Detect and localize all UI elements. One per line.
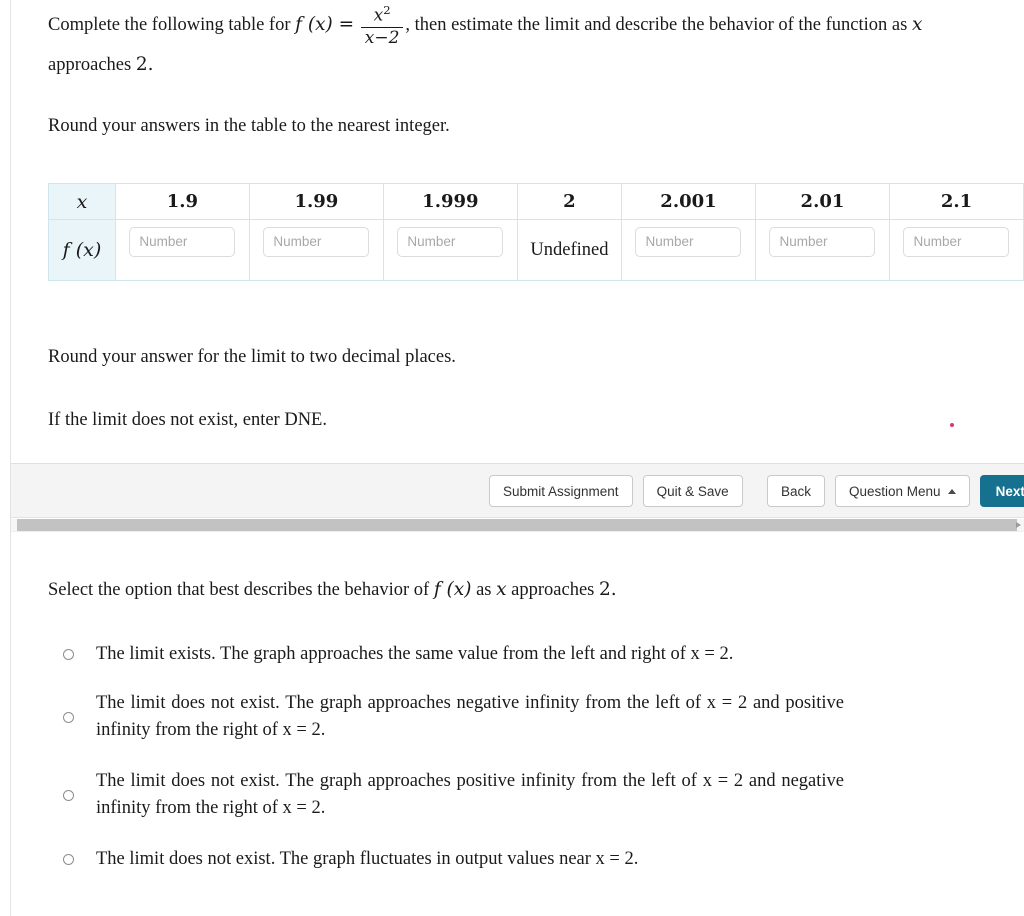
fx-cell-4: [621, 219, 756, 281]
prompt-limit-point: 2.: [135, 53, 154, 75]
x-value-6: 2.1: [940, 191, 973, 212]
select-prompt-fx: f (x): [433, 579, 472, 600]
back-button[interactable]: Back: [767, 475, 826, 507]
x-value-0: 1.9: [166, 191, 199, 212]
round-table-note: Round your answers in the table to the n…: [48, 116, 450, 136]
x-cell: 1.9: [114, 183, 250, 220]
x-cell: 2.01: [754, 183, 890, 220]
fx-input-0[interactable]: [129, 226, 236, 257]
round-limit-note: Round your answer for the limit to two d…: [48, 347, 456, 367]
prompt-variable: x: [911, 13, 923, 35]
caret-up-icon: [947, 488, 956, 494]
x-cell: 2: [516, 183, 623, 220]
question-content-pane: Complete the following table for f (x) =…: [11, 0, 1024, 462]
select-prompt-variable: x: [496, 579, 507, 600]
x-value-2: 1.999: [422, 191, 479, 212]
option-list: The limit exists. The graph approaches t…: [63, 641, 893, 891]
select-prompt-text: Select the option that best describes th…: [48, 580, 430, 600]
function-label: f (x) =: [295, 13, 355, 35]
option-label: The limit does not exist. The graph fluc…: [96, 849, 639, 869]
quit-and-save-button[interactable]: Quit & Save: [642, 475, 743, 507]
radio-icon[interactable]: [63, 711, 74, 723]
function-fraction: x2 x−2: [360, 3, 404, 48]
multiple-choice-pane: Select the option that best describes th…: [11, 533, 1024, 916]
fraction-denominator: x−2: [360, 26, 404, 48]
prompt-intro-text: Complete the following table for: [48, 14, 291, 35]
select-prompt-as: as: [476, 580, 492, 600]
select-prompt-tail: approaches: [511, 580, 595, 600]
radio-icon[interactable]: [63, 789, 74, 801]
radio-icon[interactable]: [63, 649, 74, 660]
x-cell: 2.1: [888, 183, 1024, 220]
question-prompt: Complete the following table for f (x) =…: [48, 4, 988, 82]
numerator-exponent: 2: [383, 3, 391, 17]
next-button[interactable]: Next: [979, 475, 1024, 507]
submit-assignment-button[interactable]: Submit Assignment: [489, 475, 633, 507]
fx-input-4[interactable]: [635, 226, 742, 257]
fx-cell-3: Undefined: [516, 219, 623, 281]
select-prompt-point: 2.: [599, 579, 617, 600]
fx-input-5[interactable]: [769, 226, 876, 257]
assignment-toolbar: Submit Assignment Quit & Save Back Quest…: [11, 463, 1024, 518]
fraction-numerator: x2: [373, 3, 391, 26]
scrollbar-thumb[interactable]: [17, 519, 1017, 531]
x-value-4: 2.001: [660, 191, 717, 212]
scroll-right-arrow-icon[interactable]: [1016, 522, 1021, 528]
x-cell: 1.999: [382, 183, 518, 220]
toolbar-right-group: Back Question Menu Next: [767, 475, 1024, 507]
fx-cell-2: [382, 219, 518, 281]
option-row[interactable]: The limit exists. The graph approaches t…: [63, 641, 893, 668]
question-menu-label: Question Menu: [849, 483, 941, 499]
table-value-row: f (x) Undefined: [48, 219, 1024, 281]
prompt-after-math-text: , then estimate the limit and describe t…: [405, 14, 908, 35]
option-label: The limit does not exist. The graph appr…: [96, 693, 844, 740]
fx-cell-0: [114, 219, 250, 281]
select-option-prompt: Select the option that best describes th…: [48, 575, 617, 605]
question-menu-button[interactable]: Question Menu: [835, 475, 970, 507]
option-row[interactable]: The limit does not exist. The graph appr…: [63, 690, 893, 744]
x-value-3: 2: [563, 191, 576, 212]
option-label: The limit exists. The graph approaches t…: [96, 644, 734, 664]
radio-icon[interactable]: [63, 854, 74, 865]
toolbar-left-group: Submit Assignment Quit & Save: [489, 475, 743, 507]
option-label: The limit does not exist. The graph appr…: [96, 771, 844, 818]
x-cell: 2.001: [621, 183, 756, 220]
option-row[interactable]: The limit does not exist. The graph appr…: [63, 768, 893, 822]
fx-input-1[interactable]: [263, 226, 370, 257]
fx-cell-5: [754, 219, 890, 281]
table-header-row: x 1.9 1.99 1.999 2 2.001 2.01 2.1: [48, 183, 1024, 220]
value-table: x 1.9 1.99 1.999 2 2.001 2.01 2.1 f (x) …: [48, 183, 1024, 281]
dne-note: If the limit does not exist, enter DNE.: [48, 410, 327, 430]
x-value-1: 1.99: [294, 191, 339, 212]
horizontal-scrollbar[interactable]: [11, 519, 1024, 532]
row-header-fx: f (x): [48, 219, 116, 281]
cursor-marker: [950, 423, 954, 427]
x-cell: 1.99: [248, 183, 384, 220]
row-header-x: x: [48, 183, 116, 220]
fx-cell-6: [888, 219, 1024, 281]
fx-undefined-text: Undefined: [530, 239, 609, 260]
option-row[interactable]: The limit does not exist. The graph fluc…: [63, 846, 893, 873]
fx-cell-1: [248, 219, 384, 281]
x-value-5: 2.01: [800, 191, 845, 212]
fx-input-2[interactable]: [397, 226, 504, 257]
value-table-wrapper: x 1.9 1.99 1.999 2 2.001 2.01 2.1 f (x) …: [48, 183, 1024, 281]
fx-input-6[interactable]: [903, 226, 1010, 257]
prompt-tail-text: approaches: [48, 54, 132, 75]
question-page: Complete the following table for f (x) =…: [0, 0, 1024, 916]
